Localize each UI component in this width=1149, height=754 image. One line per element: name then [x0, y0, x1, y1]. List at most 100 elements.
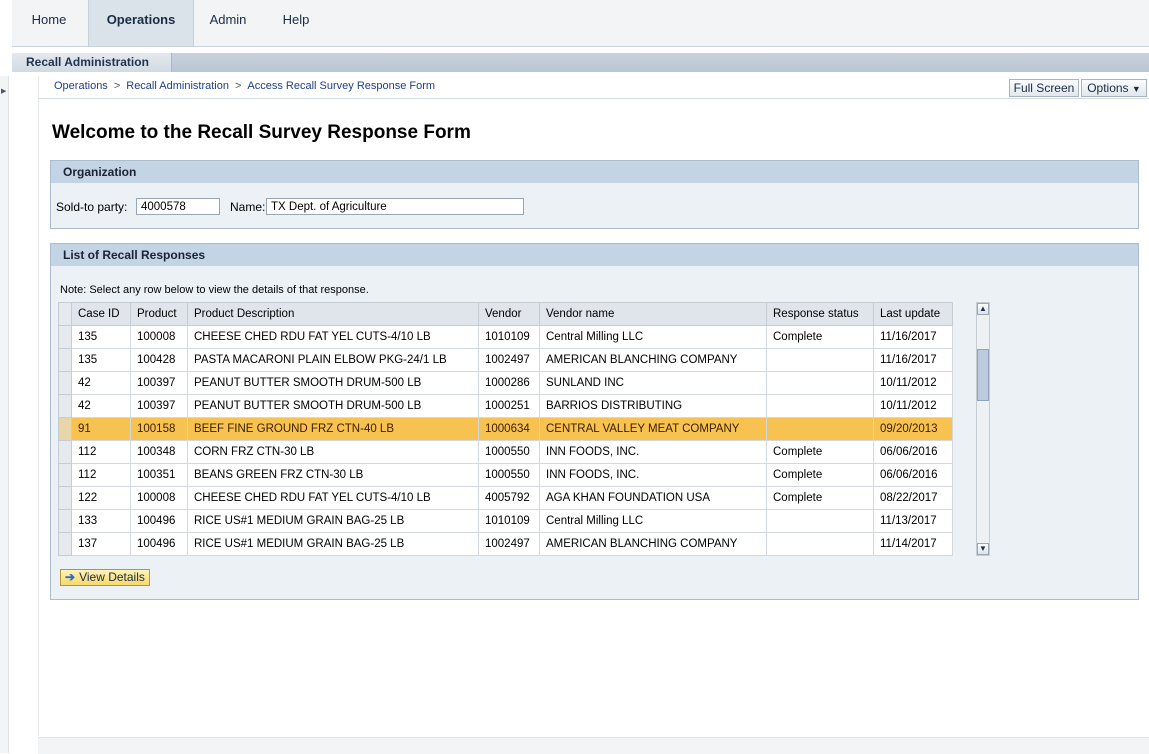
view-details-button[interactable]: ➔ View Details — [60, 569, 150, 586]
page-title: Welcome to the Recall Survey Response Fo… — [52, 122, 471, 143]
column-header-vendor-name[interactable]: Vendor name — [539, 302, 767, 326]
table-scrollbar[interactable]: ▲ ▼ — [976, 302, 990, 556]
sold-to-field[interactable]: 4000578 — [136, 198, 220, 215]
full-screen-button[interactable]: Full Screen — [1009, 79, 1079, 97]
cell-product-description: PASTA MACARONI PLAIN ELBOW PKG-24/1 LB — [187, 348, 479, 372]
cell-response-status — [766, 394, 874, 418]
cell-case-id: 112 — [71, 463, 131, 487]
cell-response-status: Complete — [766, 486, 874, 510]
column-header-response-status[interactable]: Response status — [766, 302, 874, 326]
table-row[interactable]: 91 100158 BEEF FINE GROUND FRZ CTN-40 LB 10… — [58, 417, 953, 441]
cell-product: 100008 — [130, 486, 188, 510]
cell-product-description: BEANS GREEN FRZ CTN-30 LB — [187, 463, 479, 487]
row-selector[interactable] — [58, 394, 72, 418]
table-row[interactable]: 42 100397 PEANUT BUTTER SMOOTH DRUM-500 LB… — [58, 394, 953, 418]
column-header-product[interactable]: Product — [130, 302, 188, 326]
table-row[interactable]: 42 100397 PEANUT BUTTER SMOOTH DRUM-500 LB… — [58, 371, 953, 395]
cell-vendor: 1000634 — [478, 417, 540, 441]
table-row[interactable]: 135 100008 CHEESE CHED RDU FAT YEL CUTS-4/… — [58, 325, 953, 349]
top-navigation: Home Operations Admin Help — [12, 0, 1149, 47]
cell-last-update: 06/06/2016 — [873, 463, 953, 487]
table-row[interactable]: 122 100008 CHEESE CHED RDU FAT YEL CUTS-4/… — [58, 486, 953, 510]
row-selector[interactable] — [58, 463, 72, 487]
table-row[interactable]: 112 100351 BEANS GREEN FRZ CTN-30 LB 100055… — [58, 463, 953, 487]
cell-vendor: 1000550 — [478, 463, 540, 487]
tab-home[interactable]: Home — [20, 0, 78, 46]
cell-product: 100496 — [130, 532, 188, 556]
cell-case-id: 42 — [71, 394, 131, 418]
row-selector[interactable] — [58, 509, 72, 533]
tab-help[interactable]: Help — [272, 0, 320, 46]
row-selector[interactable] — [58, 486, 72, 510]
cell-case-id: 135 — [71, 348, 131, 372]
cell-last-update: 11/14/2017 — [873, 532, 953, 556]
row-selector[interactable] — [58, 532, 72, 556]
cell-product: 100008 — [130, 325, 188, 349]
column-header-case-id[interactable]: Case ID — [71, 302, 131, 326]
scroll-thumb[interactable] — [977, 349, 989, 401]
cell-response-status — [766, 532, 874, 556]
name-field[interactable]: TX Dept. of Agriculture — [266, 198, 524, 215]
view-details-label: View Details — [79, 570, 145, 584]
cell-vendor-name: AMERICAN BLANCHING COMPANY — [539, 348, 767, 372]
row-selector[interactable] — [58, 371, 72, 395]
options-label: Options — [1087, 81, 1129, 95]
cell-response-status — [766, 348, 874, 372]
column-header-product-description[interactable]: Product Description — [187, 302, 479, 326]
organization-panel-header: Organization — [51, 161, 1138, 183]
cell-case-id: 135 — [71, 325, 131, 349]
name-label: Name: — [230, 200, 266, 214]
cell-product: 100428 — [130, 348, 188, 372]
row-selector[interactable] — [58, 417, 72, 441]
cell-response-status: Complete — [766, 463, 874, 487]
caret-down-icon: ▼ — [1131, 84, 1141, 94]
cell-product-description: PEANUT BUTTER SMOOTH DRUM-500 LB — [187, 394, 479, 418]
cell-product: 100397 — [130, 371, 188, 395]
expand-arrow-icon[interactable]: ▶ — [1, 87, 6, 95]
cell-last-update: 06/06/2016 — [873, 440, 953, 464]
row-selector[interactable] — [58, 440, 72, 464]
cell-vendor: 1010109 — [478, 325, 540, 349]
cell-case-id: 91 — [71, 417, 131, 441]
cell-vendor: 1000251 — [478, 394, 540, 418]
responses-note: Note: Select any row below to view the d… — [60, 284, 369, 296]
left-collapse-bar[interactable]: ▶ — [0, 76, 9, 753]
cell-vendor: 1002497 — [478, 348, 540, 372]
cell-vendor-name: INN FOODS, INC. — [539, 463, 767, 487]
cell-vendor: 1010109 — [478, 509, 540, 533]
cell-last-update: 10/11/2012 — [873, 394, 953, 418]
breadcrumb: Operations > Recall Administration > Access … — [54, 80, 435, 92]
breadcrumb-item-recall-administration[interactable]: Recall Administration — [126, 80, 229, 92]
row-selector[interactable] — [58, 325, 72, 349]
cell-case-id: 133 — [71, 509, 131, 533]
cell-case-id: 137 — [71, 532, 131, 556]
right-arrow-icon: ➔ — [65, 570, 76, 584]
row-selector[interactable] — [58, 348, 72, 372]
sold-to-label: Sold-to party: — [56, 200, 128, 214]
scroll-down-icon[interactable]: ▼ — [977, 543, 989, 555]
column-header-vendor[interactable]: Vendor — [478, 302, 540, 326]
cell-product-description: CHEESE CHED RDU FAT YEL CUTS-4/10 LB — [187, 325, 479, 349]
options-button[interactable]: Options ▼ — [1081, 79, 1147, 97]
tab-operations[interactable]: Operations — [88, 0, 194, 46]
table-row[interactable]: 112 100348 CORN FRZ CTN-30 LB 1000550 INN FO… — [58, 440, 953, 464]
column-header-last-update[interactable]: Last update — [873, 302, 953, 326]
cell-product: 100158 — [130, 417, 188, 441]
cell-vendor-name: INN FOODS, INC. — [539, 440, 767, 464]
cell-last-update: 11/16/2017 — [873, 348, 953, 372]
cell-vendor: 4005792 — [478, 486, 540, 510]
breadcrumb-item-operations[interactable]: Operations — [54, 80, 108, 92]
scroll-up-icon[interactable]: ▲ — [977, 303, 989, 315]
breadcrumb-separator: > — [113, 80, 121, 92]
cell-case-id: 42 — [71, 371, 131, 395]
select-all-cell[interactable] — [58, 302, 72, 326]
table-row[interactable]: 135 100428 PASTA MACARONI PLAIN ELBOW PKG-… — [58, 348, 953, 372]
subtab-recall-administration[interactable]: Recall Administration — [12, 53, 172, 72]
cell-vendor-name: BARRIOS DISTRIBUTING — [539, 394, 767, 418]
table-row[interactable]: 133 100496 RICE US#1 MEDIUM GRAIN BAG-25 L… — [58, 509, 953, 533]
cell-vendor-name: SUNLAND INC — [539, 371, 767, 395]
tab-admin[interactable]: Admin — [198, 0, 258, 46]
table-row[interactable]: 137 100496 RICE US#1 MEDIUM GRAIN BAG-25 L… — [58, 532, 953, 556]
cell-vendor: 1000286 — [478, 371, 540, 395]
cell-product-description: RICE US#1 MEDIUM GRAIN BAG-25 LB — [187, 509, 479, 533]
